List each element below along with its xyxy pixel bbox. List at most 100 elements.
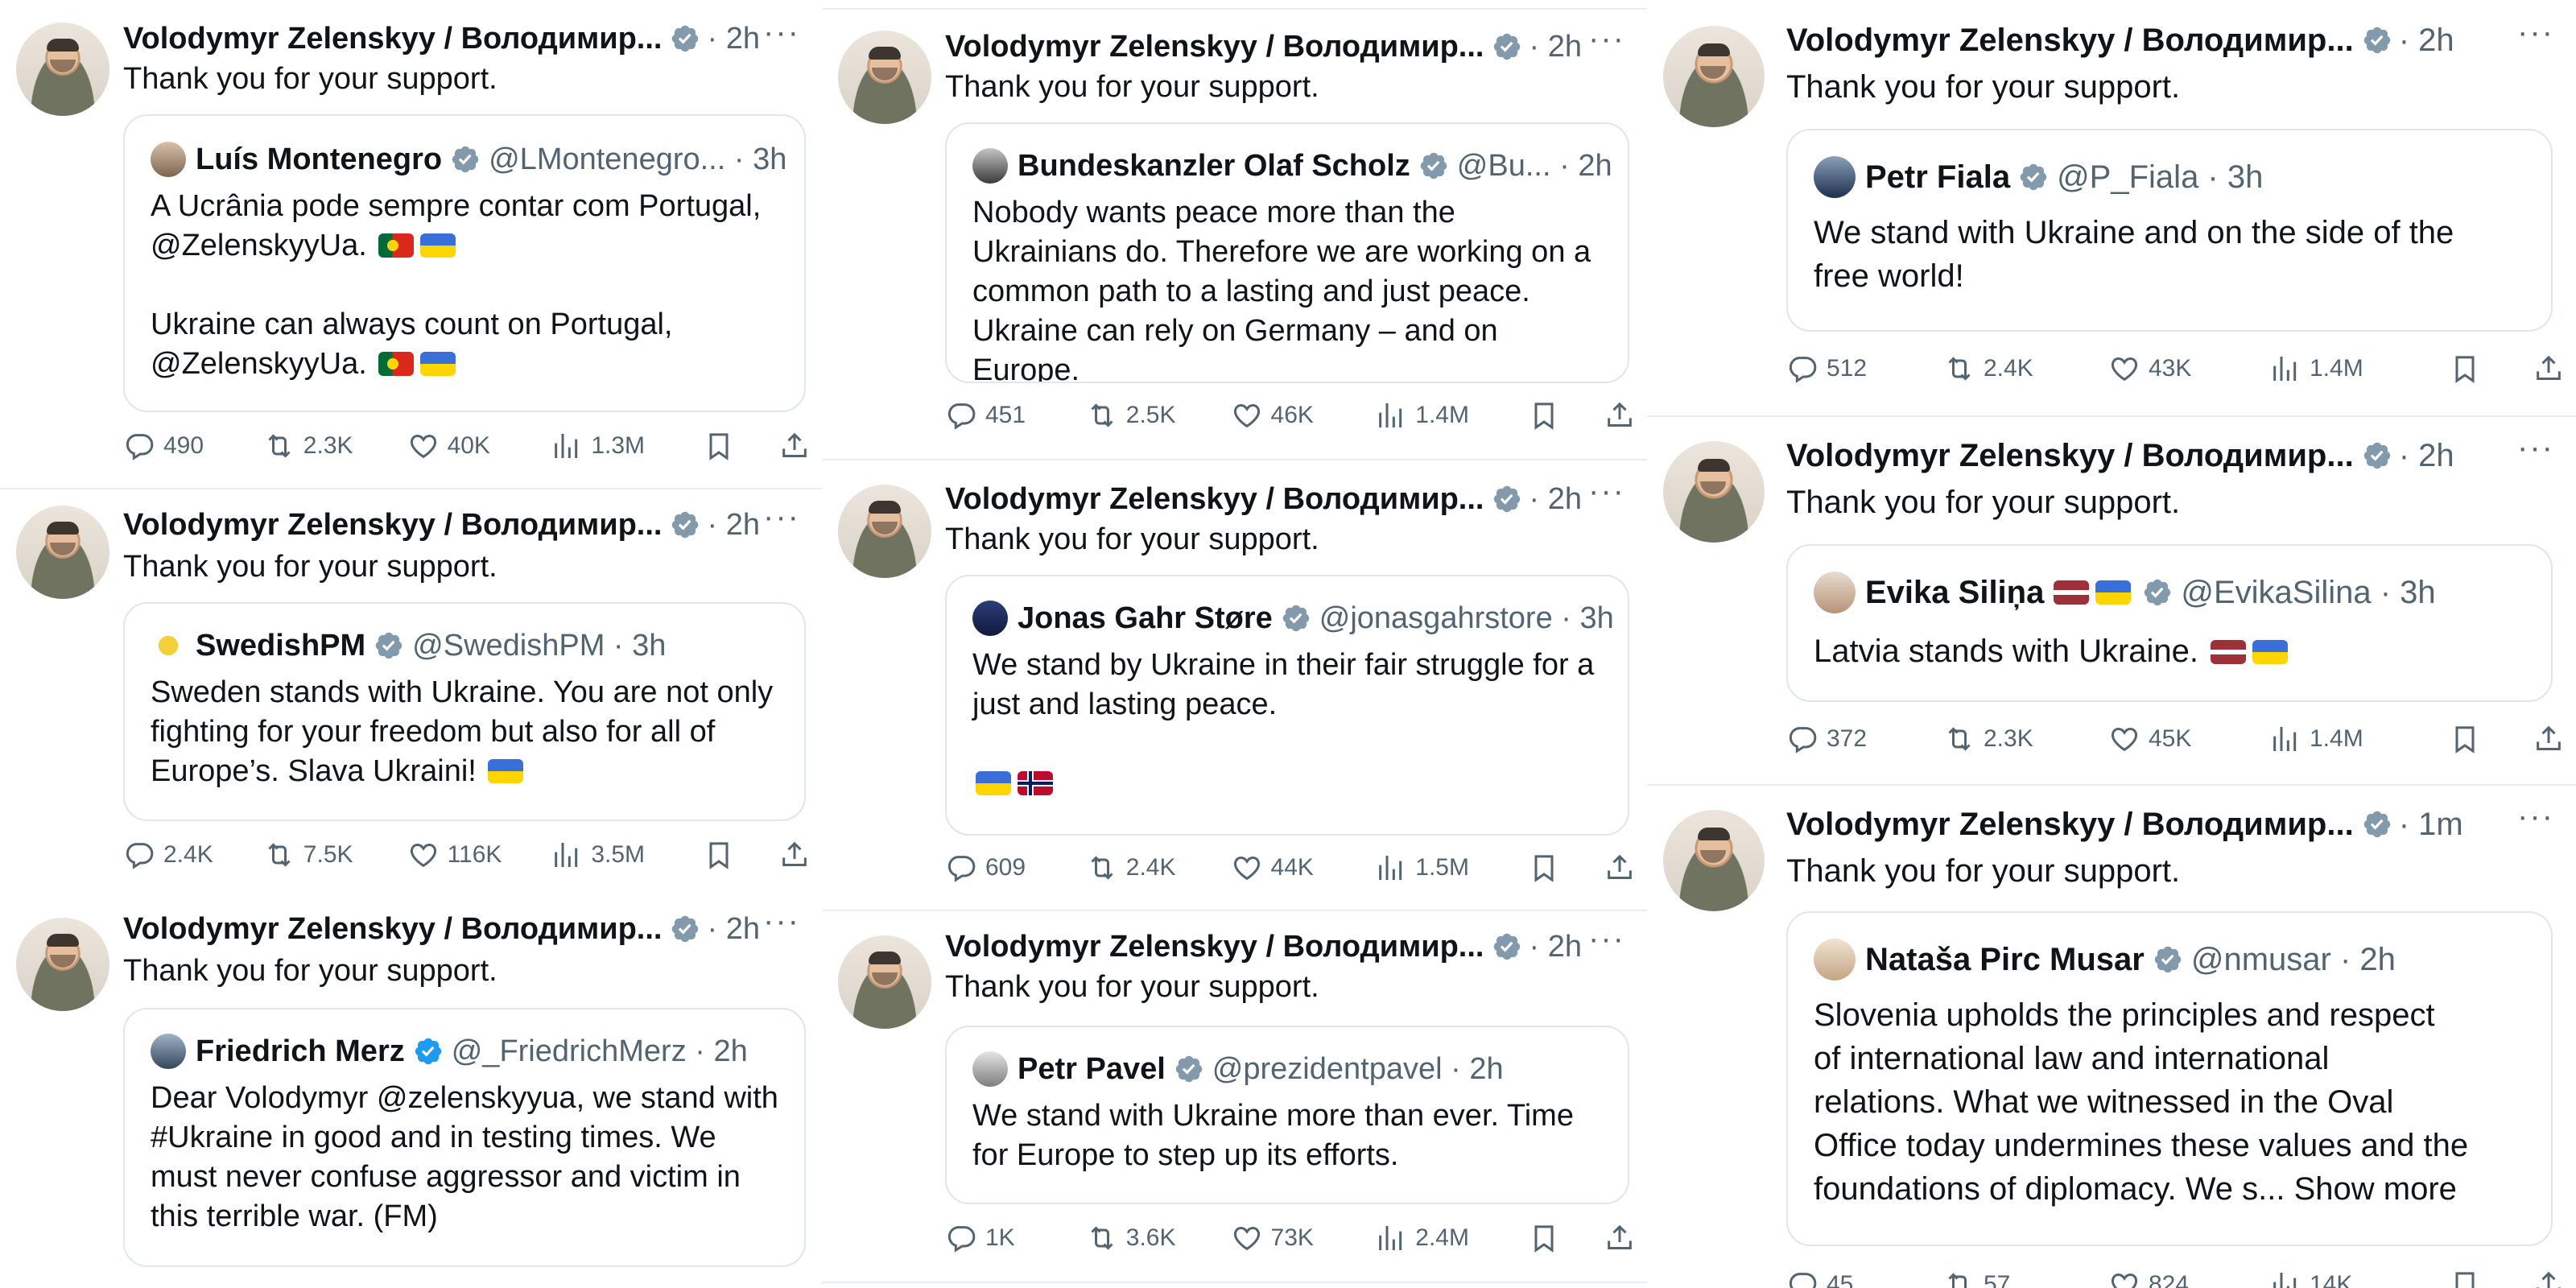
more-icon[interactable]: ···	[1587, 475, 1626, 512]
post[interactable]: Volodymyr Zelenskyy / Володимир... · 2h …	[0, 892, 822, 1288]
views-button[interactable]: 3.5M	[551, 839, 703, 871]
like-button[interactable]: 116K	[407, 839, 551, 871]
share-button[interactable]	[1604, 852, 1636, 884]
like-button[interactable]: 824	[2108, 1269, 2269, 1288]
repost-button[interactable]: 2.4K	[1943, 353, 2108, 385]
repost-button[interactable]: 57	[1943, 1269, 2108, 1288]
more-icon[interactable]: ···	[762, 501, 801, 538]
post[interactable]: Volodymyr Zelenskyy / Володимир... · 2h …	[1647, 417, 2576, 784]
share-button[interactable]	[1604, 399, 1636, 431]
reply-button[interactable]: 512	[1786, 353, 1943, 385]
views-button[interactable]: 1.3M	[551, 430, 703, 462]
avatar[interactable]	[838, 485, 931, 578]
views-button[interactable]: 2.4M	[1375, 1222, 1528, 1254]
avatar[interactable]	[838, 935, 931, 1029]
post[interactable]: Volodymyr Zelenskyy / Володимир... · 2h …	[822, 460, 1647, 910]
more-icon[interactable]: ···	[2516, 16, 2555, 53]
bookmark-button[interactable]	[2449, 723, 2481, 755]
post[interactable]: Volodymyr Zelenskyy / Володимир... · 2h …	[0, 0, 822, 488]
avatar[interactable]	[1663, 441, 1765, 543]
like-button[interactable]: 43K	[2108, 353, 2269, 385]
post-time[interactable]: · 1m	[2399, 807, 2463, 843]
reply-button[interactable]: 45	[1786, 1269, 1943, 1288]
post[interactable]: Volodymyr Zelenskyy / Володимир... · 1m …	[1647, 786, 2576, 1288]
quoted-post[interactable]: Luís Montenegro @LMontenegro... · 3h A U…	[123, 114, 806, 412]
like-button[interactable]: 46K	[1231, 399, 1376, 431]
reply-button[interactable]: 490	[123, 430, 263, 462]
repost-button[interactable]: 3.6K	[1086, 1222, 1231, 1254]
author-name[interactable]: Volodymyr Zelenskyy / Володимир...	[1786, 23, 2354, 59]
reply-button[interactable]: 2.4K	[123, 839, 263, 871]
repost-button[interactable]: 2.3K	[263, 430, 407, 462]
author-name[interactable]: Volodymyr Zelenskyy / Володимир...	[1786, 438, 2354, 474]
bookmark-button[interactable]	[703, 839, 735, 871]
author-name[interactable]: Volodymyr Zelenskyy / Володимир...	[123, 508, 662, 543]
share-button[interactable]	[2533, 353, 2565, 385]
avatar[interactable]	[16, 918, 109, 1011]
post-time[interactable]: · 2h	[2399, 23, 2454, 59]
like-button[interactable]: 44K	[1231, 852, 1376, 884]
author-name[interactable]: Volodymyr Zelenskyy / Володимир...	[945, 930, 1484, 964]
views-button[interactable]: 1.5M	[1375, 852, 1528, 884]
post[interactable]: Volodymyr Zelenskyy / Володимир... · 2h …	[0, 489, 822, 892]
quoted-post[interactable]: Evika Siliņa @EvikaSilina · 3h Latvia st…	[1786, 544, 2553, 702]
author-name[interactable]: Volodymyr Zelenskyy / Володимир...	[123, 22, 662, 56]
bookmark-button[interactable]	[1528, 399, 1560, 431]
reply-button[interactable]: 1K	[945, 1222, 1086, 1254]
like-button[interactable]: 40K	[407, 430, 551, 462]
views-button[interactable]: 1.4M	[2269, 353, 2438, 385]
avatar[interactable]	[1663, 810, 1765, 911]
avatar[interactable]	[16, 23, 109, 116]
quoted-post[interactable]: Bundeskanzler Olaf Scholz @Bu... · 2h No…	[945, 122, 1629, 383]
quoted-post[interactable]: SwedishPM @SwedishPM · 3h Sweden stands …	[123, 602, 806, 821]
reply-button[interactable]: 609	[945, 852, 1086, 884]
quoted-post[interactable]: Petr Fiala @P_Fiala · 3h We stand with U…	[1786, 129, 2553, 332]
post-time[interactable]: · 2h	[1529, 482, 1582, 517]
reply-button[interactable]: 372	[1786, 723, 1943, 755]
avatar[interactable]	[1663, 26, 1765, 127]
views-button[interactable]: 1.4M	[2269, 723, 2438, 755]
post-time[interactable]: · 2h	[707, 508, 760, 543]
like-button[interactable]: 45K	[2108, 723, 2269, 755]
post-time[interactable]: · 2h	[1529, 930, 1582, 964]
views-button[interactable]: 1.4M	[1375, 399, 1528, 431]
post-time[interactable]: · 2h	[707, 912, 760, 947]
quoted-post[interactable]: Jonas Gahr Støre @jonasgahrstore · 3h We…	[945, 575, 1629, 836]
avatar[interactable]	[16, 506, 109, 599]
views-button[interactable]: 14K	[2269, 1269, 2438, 1288]
more-icon[interactable]: ···	[1587, 23, 1626, 60]
avatar[interactable]	[838, 31, 931, 124]
author-name[interactable]: Volodymyr Zelenskyy / Володимир...	[1786, 807, 2354, 843]
bookmark-button[interactable]	[1528, 852, 1560, 884]
bookmark-button[interactable]	[1528, 1222, 1560, 1254]
share-button[interactable]	[778, 430, 811, 462]
more-icon[interactable]: ···	[2516, 431, 2555, 469]
share-button[interactable]	[2533, 723, 2565, 755]
repost-button[interactable]: 7.5K	[263, 839, 407, 871]
repost-button[interactable]: 2.4K	[1086, 852, 1231, 884]
quoted-post[interactable]: Friedrich Merz @_FriedrichMerz · 2h Dear…	[123, 1008, 806, 1267]
bookmark-button[interactable]	[2449, 1269, 2481, 1288]
quoted-post[interactable]: Nataša Pirc Musar @nmusar · 2h Slovenia …	[1786, 911, 2553, 1246]
bookmark-button[interactable]	[703, 430, 735, 462]
quoted-post[interactable]: Petr Pavel @prezidentpavel · 2h We stand…	[945, 1026, 1629, 1204]
repost-button[interactable]: 2.3K	[1943, 723, 2108, 755]
share-button[interactable]	[778, 839, 811, 871]
more-icon[interactable]: ···	[762, 16, 801, 53]
more-icon[interactable]: ···	[1587, 923, 1626, 960]
like-button[interactable]: 73K	[1231, 1222, 1376, 1254]
more-icon[interactable]: ···	[2516, 800, 2555, 837]
post-time[interactable]: · 2h	[707, 22, 760, 56]
post-time[interactable]: · 2h	[1529, 30, 1582, 64]
author-name[interactable]: Volodymyr Zelenskyy / Володимир...	[945, 482, 1484, 517]
repost-button[interactable]: 2.5K	[1086, 399, 1231, 431]
reply-button[interactable]: 451	[945, 399, 1086, 431]
post-time[interactable]: · 2h	[2399, 438, 2454, 474]
share-button[interactable]	[1604, 1222, 1636, 1254]
share-button[interactable]	[2533, 1269, 2565, 1288]
post[interactable]: Volodymyr Zelenskyy / Володимир... · 2h …	[822, 911, 1647, 1288]
bookmark-button[interactable]	[2449, 353, 2481, 385]
post[interactable]: Volodymyr Zelenskyy / Володимир... · 2h …	[1647, 0, 2576, 415]
more-icon[interactable]: ···	[762, 905, 801, 942]
author-name[interactable]: Volodymyr Zelenskyy / Володимир...	[945, 30, 1484, 64]
